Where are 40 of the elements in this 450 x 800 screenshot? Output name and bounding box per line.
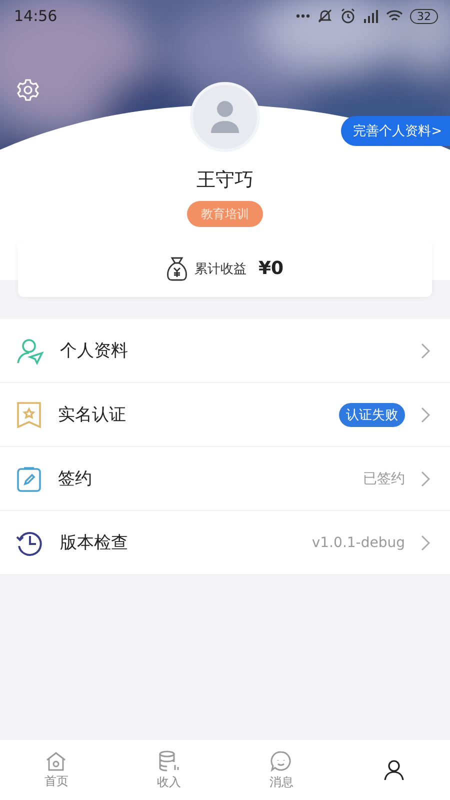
industry-tag: 教育培训 — [187, 201, 263, 227]
menu-label: 实名认证 — [58, 404, 127, 426]
more-dots-icon — [296, 14, 310, 18]
menu-label: 签约 — [58, 468, 93, 490]
person-icon — [382, 759, 405, 781]
menu-label: 版本检查 — [60, 532, 129, 554]
money-bag-icon — [166, 256, 188, 280]
alarm-icon — [340, 8, 356, 24]
ribbon-icon — [16, 400, 42, 428]
muted-bell-icon — [317, 8, 333, 24]
chevron-icon — [421, 534, 430, 550]
status-badge: 认证失败 — [339, 402, 405, 426]
complete-profile-link[interactable]: 完善个人资料> — [341, 116, 450, 146]
tab[interactable]: 首页 — [0, 740, 112, 800]
settings-icon[interactable] — [16, 78, 40, 102]
tab[interactable]: 收入 — [112, 740, 225, 800]
earnings-label: 累计收益 — [194, 260, 246, 278]
person-icon — [16, 336, 44, 364]
wifi-icon — [386, 10, 403, 22]
chevron-icon — [421, 342, 430, 358]
tab[interactable]: 消息 — [225, 740, 338, 800]
menu-label: 个人资料 — [60, 340, 129, 362]
chevron-icon — [421, 406, 430, 422]
user-name: 王守巧 — [196, 168, 254, 193]
signal-icon — [363, 9, 379, 23]
person-silhouette-icon — [209, 99, 241, 135]
clipboard-pen-icon — [16, 464, 42, 492]
chat-icon — [270, 750, 292, 772]
battery-level: 32 — [410, 8, 438, 24]
chevron-icon — [421, 470, 430, 486]
earnings-value: ¥0 — [258, 258, 284, 279]
status-time: 14:56 — [14, 7, 58, 25]
menu-row[interactable]: 版本检查 v1.0.1-debug — [0, 511, 450, 575]
menu-row[interactable]: 实名认证 认证失败 — [0, 383, 450, 447]
home-icon — [45, 750, 68, 770]
menu-row[interactable]: 签约 已签约 — [0, 447, 450, 511]
menu-value: v1.0.1-debug — [312, 534, 405, 550]
menu-row[interactable]: 个人资料 — [0, 319, 450, 383]
database-icon — [158, 750, 180, 772]
menu-value: 已签约 — [363, 470, 405, 488]
